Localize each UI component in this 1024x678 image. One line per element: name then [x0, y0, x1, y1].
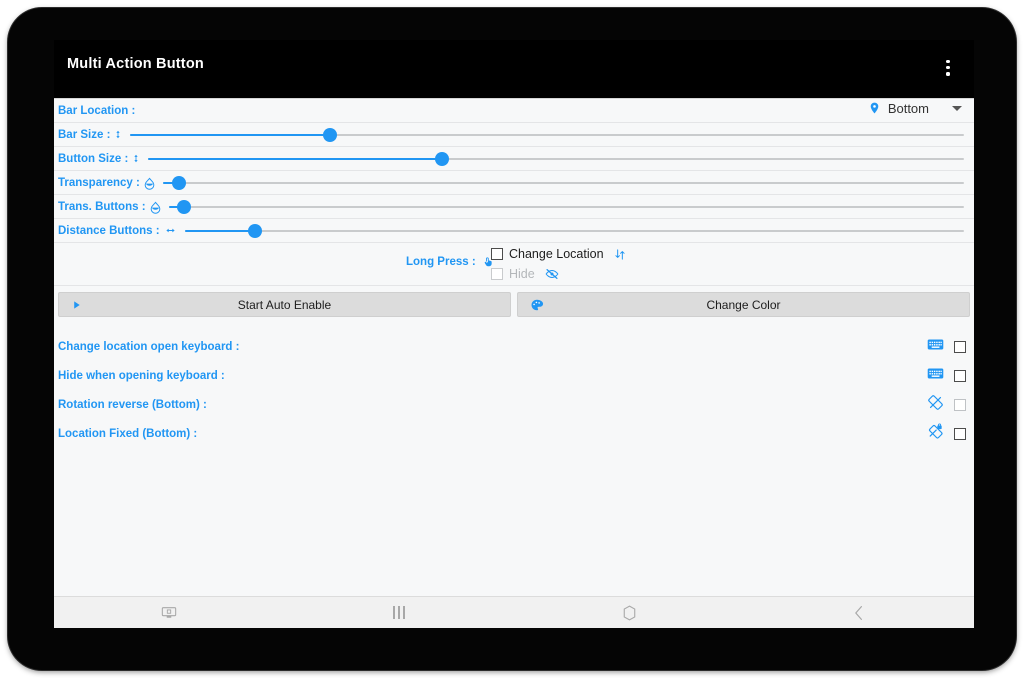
setting-row-button-size: Button Size :: [54, 147, 974, 171]
palette-icon: [530, 298, 544, 312]
change-color-label: Change Color: [706, 298, 780, 312]
hide-checkbox: [491, 268, 503, 280]
location-pin-icon: [868, 100, 881, 116]
slider-track: [163, 182, 964, 184]
slider-track: [185, 230, 964, 232]
hide-label: Hide: [509, 267, 535, 281]
option-row-hide-keyboard: Hide when opening keyboard :: [54, 361, 974, 390]
hide-keyboard-icon[interactable]: [54, 597, 284, 628]
bar-location-value: Bottom: [888, 101, 929, 116]
long-press-label: Long Press :: [406, 256, 476, 268]
rotation-reverse-checkbox: [954, 399, 966, 411]
long-press-option-hide: Hide: [491, 264, 627, 284]
height-arrow-icon: [113, 127, 123, 142]
transparency-label: Transparency :: [58, 177, 140, 189]
option-controls: [927, 338, 966, 356]
location-fixed-checkbox[interactable]: [954, 428, 966, 440]
setting-row-distance-buttons: Distance Buttons :: [54, 219, 974, 243]
button-size-slider[interactable]: [148, 149, 964, 169]
swap-vertical-icon: [613, 247, 627, 262]
settings-content: Bar Location : Bottom Bar Size :: [54, 98, 974, 628]
button-size-label: Button Size :: [58, 153, 128, 165]
width-arrow-icon: [163, 225, 178, 236]
long-press-section: Long Press : Change Location: [54, 243, 974, 286]
setting-row-trans-buttons: Trans. Buttons :: [54, 195, 974, 219]
more-vertical-icon[interactable]: [939, 60, 957, 80]
setting-row-bar-size: Bar Size :: [54, 123, 974, 147]
transparency-slider[interactable]: [163, 173, 964, 193]
app-screen: Multi Action Button Bar Location : Botto…: [54, 40, 974, 628]
slider-thumb[interactable]: [172, 176, 186, 190]
bar-location-label: Bar Location :: [58, 105, 135, 117]
bar-size-slider[interactable]: [130, 125, 964, 145]
hide-keyboard-label: Hide when opening keyboard :: [58, 370, 225, 382]
recents-icon[interactable]: [284, 597, 514, 628]
slider-track: [169, 206, 964, 208]
option-controls: [927, 367, 966, 385]
long-press-options: Change Location Hide: [491, 244, 627, 284]
option-controls: [927, 394, 966, 416]
start-auto-enable-button[interactable]: Start Auto Enable: [58, 292, 511, 317]
back-icon[interactable]: [744, 597, 974, 628]
long-press-option-change-location[interactable]: Change Location: [491, 244, 627, 264]
option-row-location-fixed: Location Fixed (Bottom) :: [54, 419, 974, 448]
bar-location-dropdown[interactable]: Bottom: [865, 100, 966, 116]
change-location-label: Change Location: [509, 247, 604, 261]
long-press-label-wrap: Long Press :: [406, 254, 494, 270]
distance-buttons-label: Distance Buttons :: [58, 225, 160, 237]
slider-thumb[interactable]: [248, 224, 262, 238]
hide-keyboard-checkbox[interactable]: [954, 370, 966, 382]
app-title-bar: Multi Action Button: [54, 40, 974, 98]
slider-thumb[interactable]: [323, 128, 337, 142]
home-icon[interactable]: [514, 597, 744, 628]
trans-buttons-label: Trans. Buttons :: [58, 201, 146, 213]
option-controls: [927, 423, 966, 445]
setting-row-transparency: Transparency :: [54, 171, 974, 195]
change-color-button[interactable]: Change Color: [517, 292, 970, 317]
change-location-keyboard-checkbox[interactable]: [954, 341, 966, 353]
setting-row-bar-location: Bar Location : Bottom: [54, 99, 974, 123]
page-root: Multi Action Button Bar Location : Botto…: [0, 0, 1024, 678]
eye-off-icon: [544, 267, 560, 281]
slider-fill: [130, 134, 330, 136]
change-location-checkbox[interactable]: [491, 248, 503, 260]
start-auto-enable-label: Start Auto Enable: [238, 298, 331, 312]
chevron-down-icon: [952, 106, 962, 111]
keyboard-icon: [927, 367, 944, 385]
android-nav-bar: [54, 596, 974, 628]
slider-fill: [185, 230, 255, 232]
opacity-drop-icon: [149, 200, 162, 214]
trans-buttons-slider[interactable]: [169, 197, 964, 217]
slider-fill: [148, 158, 442, 160]
screen-rotation-icon: [927, 394, 944, 416]
option-row-change-location-keyboard: Change location open keyboard :: [54, 332, 974, 361]
opacity-drop-icon: [143, 176, 156, 190]
screen-lock-rotation-icon: [927, 423, 944, 445]
slider-thumb[interactable]: [177, 200, 191, 214]
change-location-keyboard-label: Change location open keyboard :: [58, 341, 239, 353]
distance-buttons-slider[interactable]: [185, 221, 964, 241]
location-fixed-label: Location Fixed (Bottom) :: [58, 428, 197, 440]
option-row-rotation-reverse: Rotation reverse (Bottom) :: [54, 390, 974, 419]
action-button-bar: Start Auto Enable Change Color: [54, 286, 974, 324]
bar-size-label: Bar Size :: [58, 129, 110, 141]
page-title: Multi Action Button: [67, 56, 204, 72]
height-arrow-icon: [131, 151, 141, 166]
slider-thumb[interactable]: [435, 152, 449, 166]
keyboard-icon: [927, 338, 944, 356]
rotation-reverse-label: Rotation reverse (Bottom) :: [58, 399, 207, 411]
play-icon: [71, 298, 82, 311]
